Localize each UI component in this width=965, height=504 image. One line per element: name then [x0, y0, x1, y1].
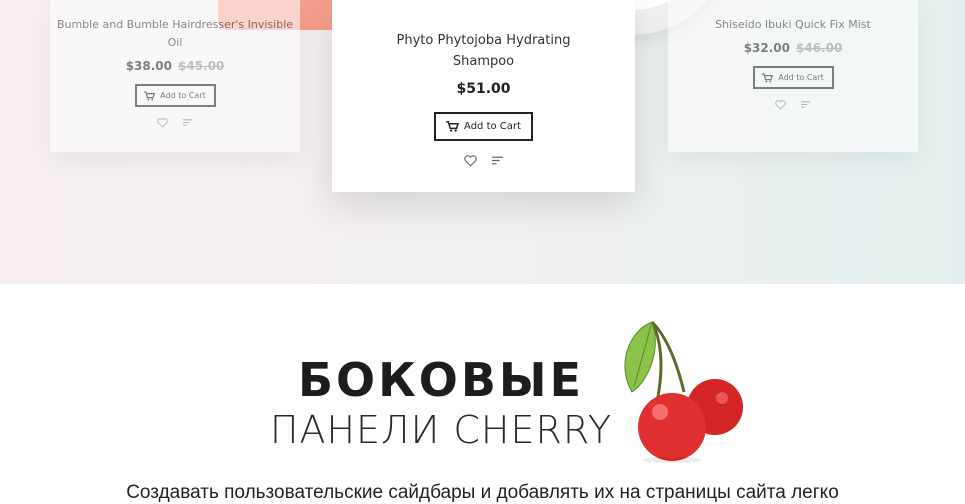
product-card-left[interactable]: Bumble and Bumble Hairdresser's Invisibl…	[50, 0, 300, 152]
wishlist-heart-icon[interactable]	[463, 155, 477, 167]
product-actions	[50, 118, 300, 128]
cart-icon	[446, 121, 460, 132]
add-to-cart-button[interactable]: Add to Cart	[434, 112, 533, 141]
add-to-cart-label: Add to Cart	[464, 121, 521, 132]
cart-icon	[144, 90, 156, 100]
cart-icon	[762, 72, 774, 82]
product-showcase: Bumble and Bumble Hairdresser's Invisibl…	[0, 0, 965, 284]
product-price: $51.00	[456, 81, 511, 97]
wishlist-heart-icon[interactable]	[157, 118, 168, 128]
product-actions	[332, 155, 635, 167]
product-price-row: $32.00 $46.00	[668, 41, 918, 55]
add-to-cart-label: Add to Cart	[778, 73, 824, 82]
add-to-cart-button[interactable]: Add to Cart	[752, 66, 834, 89]
add-to-cart-label: Add to Cart	[160, 91, 206, 100]
product-old-price: $45.00	[178, 59, 225, 73]
product-name[interactable]: Shiseido Ibuki Quick Fix Mist	[668, 0, 918, 34]
product-price: $38.00	[125, 59, 172, 73]
product-name[interactable]: Phyto Phytojoba Hydrating Shampoo	[332, 0, 635, 72]
add-to-cart-button[interactable]: Add to Cart	[134, 84, 216, 107]
product-price: $32.00	[743, 41, 790, 55]
product-price-row: $38.00 $45.00	[50, 59, 300, 73]
product-actions	[668, 100, 918, 110]
product-old-price: $46.00	[796, 41, 843, 55]
promo-description: Создавать пользовательские сайдбары и до…	[126, 482, 839, 503]
cherry-icon	[624, 320, 743, 463]
product-name[interactable]: Bumble and Bumble Hairdresser's Invisibl…	[50, 0, 300, 52]
compare-icon[interactable]	[491, 155, 504, 167]
compare-icon[interactable]	[800, 100, 811, 110]
product-price-row: $51.00	[332, 81, 635, 97]
compare-icon[interactable]	[182, 118, 193, 128]
wishlist-heart-icon[interactable]	[775, 100, 786, 110]
product-card-right[interactable]: Shiseido Ibuki Quick Fix Mist $32.00 $46.…	[668, 0, 918, 152]
product-card-featured[interactable]: Phyto Phytojoba Hydrating Shampoo $51.00…	[332, 0, 635, 192]
